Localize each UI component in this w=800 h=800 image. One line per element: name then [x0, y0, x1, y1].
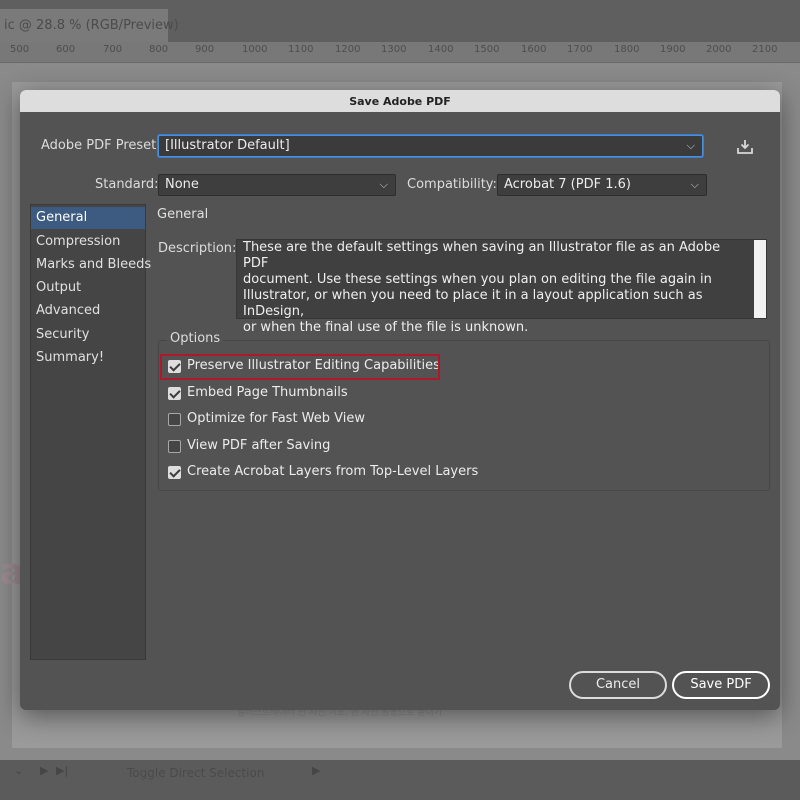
option-label: Create Acrobat Layers from Top-Level Lay…: [187, 464, 479, 479]
ruler-tick: 1000: [242, 44, 268, 55]
status-bar: ⌄ ▶ ▶| Toggle Direct Selection ▶: [0, 760, 800, 800]
chevron-down-icon: ⌵: [686, 139, 695, 152]
chevron-down-icon: ⌵: [379, 178, 388, 191]
horizontal-ruler: 500 600 700 800 900 1000 1100 1200 1300 …: [0, 42, 800, 63]
option-label: Embed Page Thumbnails: [187, 385, 348, 400]
app-tab-bar: ic @ 28.8 % (RGB/Preview): [0, 0, 800, 42]
description-label: Description:: [158, 241, 237, 256]
description-scrollbar[interactable]: [754, 240, 766, 318]
standard-select[interactable]: None ⌵: [158, 174, 396, 196]
ruler-tick: 1200: [335, 44, 361, 55]
checkbox-checked[interactable]: [168, 387, 181, 400]
ruler-tick: 1600: [521, 44, 547, 55]
compatibility-select[interactable]: Acrobat 7 (PDF 1.6) ⌵: [497, 174, 707, 196]
description-line: or when the final use of the file is unk…: [243, 320, 529, 335]
ruler-tick: 900: [195, 44, 215, 55]
play-icon[interactable]: ▶: [40, 764, 48, 777]
ruler-tick: 700: [103, 44, 123, 55]
current-tool-label: Toggle Direct Selection: [127, 766, 265, 780]
description-line: Illustrator, or when you need to place i…: [243, 288, 703, 319]
ruler-tick: 1800: [614, 44, 640, 55]
description-text[interactable]: These are the default settings when savi…: [236, 239, 767, 335]
ruler-tick: 1400: [428, 44, 454, 55]
ruler-tick: 800: [149, 44, 169, 55]
checkbox-unchecked[interactable]: [168, 440, 181, 453]
option-label: View PDF after Saving: [187, 438, 331, 453]
description-line: document. Use these settings when you pl…: [243, 272, 712, 287]
ruler-tick: 2000: [706, 44, 732, 55]
ruler-tick: 1500: [474, 44, 500, 55]
checkbox-unchecked[interactable]: [168, 413, 181, 426]
description-line: These are the default settings when savi…: [243, 240, 721, 271]
option-label: Optimize for Fast Web View: [187, 411, 366, 426]
sidebar-item-general[interactable]: General: [31, 207, 145, 229]
save-pdf-button[interactable]: Save PDF: [672, 671, 770, 699]
sidebar-item-output[interactable]: Output: [31, 277, 145, 299]
preset-label: Adobe PDF Preset:: [41, 138, 161, 153]
sidebar-item-compression[interactable]: Compression: [31, 231, 145, 253]
next-icon[interactable]: ▶|: [56, 764, 68, 777]
category-sidebar: General Compression Marks and Bleeds Out…: [30, 204, 151, 660]
save-adobe-pdf-dialog: Save Adobe PDF Adobe PDF Preset: [Illust…: [20, 90, 780, 710]
section-title: General: [157, 207, 209, 222]
dialog-title: Save Adobe PDF: [20, 90, 780, 112]
ruler-tick: 600: [56, 44, 76, 55]
cancel-button[interactable]: Cancel: [569, 671, 667, 699]
compatibility-label: Compatibility:: [407, 177, 497, 192]
preset-select[interactable]: [Illustrator Default] ⌵: [158, 135, 703, 157]
sidebar-item-summary[interactable]: Summary!: [31, 347, 145, 369]
ruler-tick: 1300: [381, 44, 407, 55]
preset-value: [Illustrator Default]: [165, 138, 290, 153]
sidebar-item-marks-and-bleeds[interactable]: Marks and Bleeds: [31, 254, 151, 276]
sidebar-item-advanced[interactable]: Advanced: [31, 300, 145, 322]
chevron-down-icon: ⌵: [690, 178, 699, 191]
dropdown-icon[interactable]: ⌄: [14, 764, 23, 777]
compatibility-value: Acrobat 7 (PDF 1.6): [504, 177, 631, 192]
ruler-tick: 1100: [288, 44, 314, 55]
options-title: Options: [167, 331, 224, 346]
play-icon[interactable]: ▶: [312, 764, 320, 777]
checkbox-checked[interactable]: [168, 466, 181, 479]
standard-value: None: [165, 177, 199, 192]
ruler-tick: 2100: [752, 44, 778, 55]
ruler-tick: 500: [10, 44, 30, 55]
standard-label: Standard:: [95, 177, 159, 192]
ruler-tick: 1700: [567, 44, 593, 55]
annotation-highlight-box: [160, 354, 440, 380]
sidebar-item-security[interactable]: Security: [31, 324, 145, 346]
document-tab[interactable]: ic @ 28.8 % (RGB/Preview): [0, 9, 179, 42]
save-preset-icon[interactable]: [736, 138, 754, 156]
ruler-tick: 1900: [660, 44, 686, 55]
